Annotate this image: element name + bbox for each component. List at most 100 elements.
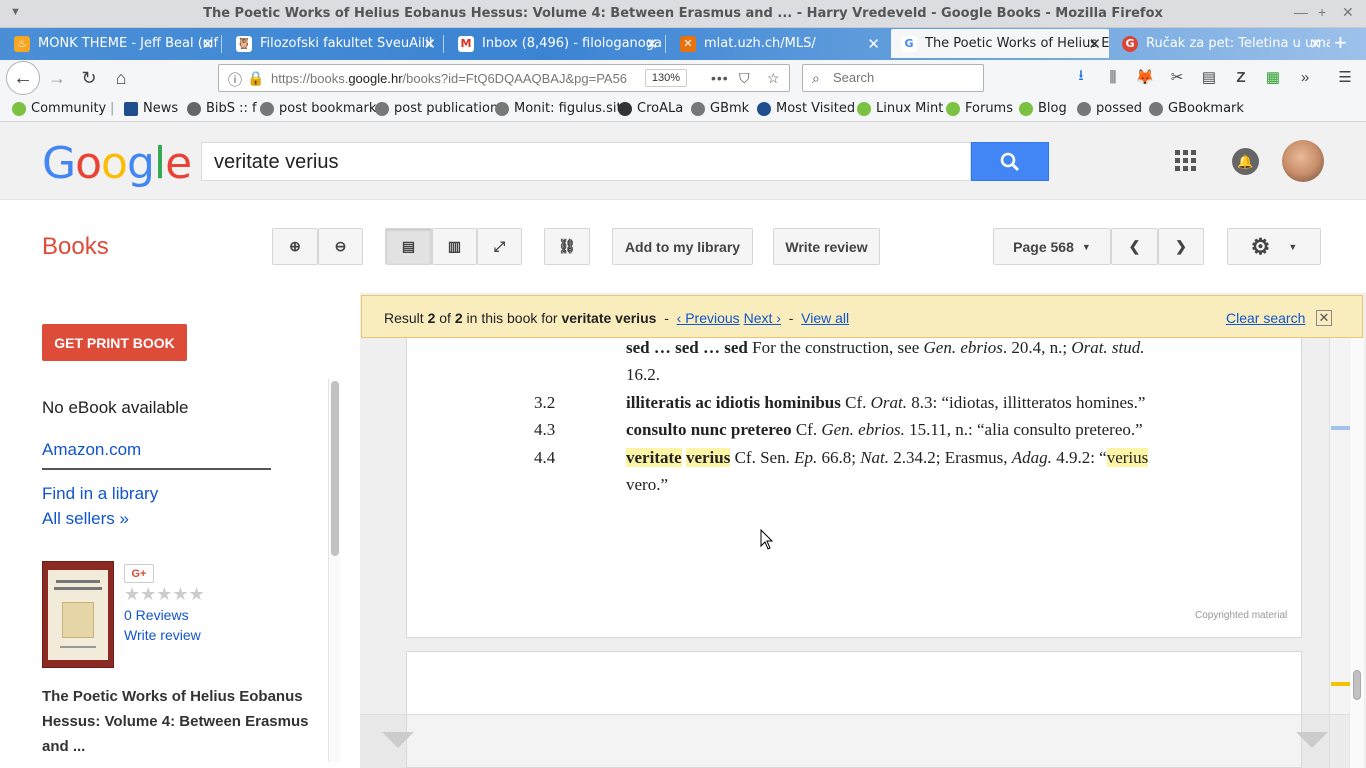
hit-marker[interactable]	[1331, 426, 1350, 430]
overflow-icon[interactable]: »	[1294, 66, 1316, 88]
sidebar-scrollbar[interactable]	[328, 379, 340, 762]
scrollbar-thumb[interactable]	[331, 381, 339, 556]
write-review-button[interactable]: Write review	[773, 228, 880, 265]
view-all-link[interactable]: View all	[801, 310, 849, 326]
sidebar-icon[interactable]: ▤	[1198, 66, 1220, 88]
download-icon[interactable]: ⭳	[1070, 66, 1092, 88]
google-search-button[interactable]	[971, 142, 1049, 181]
get-print-book-button[interactable]: GET PRINT BOOK	[42, 324, 187, 361]
pocket-icon[interactable]: ⛉	[739, 70, 750, 87]
maximize-icon[interactable]: +	[1318, 4, 1326, 20]
close-tab-icon[interactable]: ✕	[645, 35, 658, 53]
scroll-down-right-icon[interactable]	[1296, 732, 1328, 748]
bookmark-blog[interactable]: Blog	[1019, 101, 1067, 116]
forward-button[interactable]: →	[44, 65, 70, 91]
fullscreen-button[interactable]: ⤢	[477, 228, 522, 265]
current-hit-marker[interactable]	[1331, 682, 1350, 686]
write-review-link[interactable]: Write review	[124, 627, 201, 643]
bookmark-forums[interactable]: Forums	[946, 101, 1013, 116]
close-tab-icon[interactable]: ✕	[867, 35, 880, 53]
notifications-bell-icon[interactable]: 🔔	[1232, 148, 1259, 175]
tab-mlat[interactable]: ✕ mlat.uzh.ch/MLS/ ✕	[670, 29, 888, 58]
page-selector[interactable]: Page 568 ▼	[993, 228, 1111, 265]
search-bar[interactable]: ⌕	[802, 64, 984, 92]
tab-filozofski[interactable]: 🦉 Filozofski fakultet SveuÄilil ✕	[226, 29, 444, 58]
close-window-icon[interactable]: ✕	[1342, 4, 1354, 21]
search-input[interactable]	[833, 70, 973, 85]
add-to-library-button[interactable]: Add to my library	[612, 228, 753, 265]
bookmark-possed[interactable]: possed	[1077, 101, 1142, 116]
library-icon[interactable]: ⫼	[1102, 66, 1124, 88]
close-tab-icon[interactable]: ✕	[201, 35, 214, 53]
zoom-indicator[interactable]: 130%	[645, 69, 687, 87]
text: in this book for	[462, 310, 562, 326]
home-button[interactable]: ⌂	[108, 65, 134, 91]
globe-icon	[260, 101, 274, 116]
tools-addon-icon[interactable]: ✂	[1166, 66, 1188, 88]
reviews-link[interactable]: 0 Reviews	[124, 607, 189, 623]
single-page-button[interactable]: ▤	[385, 228, 432, 265]
close-tab-icon[interactable]: ✕	[1088, 35, 1101, 53]
two-page-button[interactable]: ▥	[432, 228, 477, 265]
bookmark-gbmk[interactable]: GBmk	[691, 101, 749, 116]
bookmark-post-bookmark[interactable]: post bookmark	[260, 101, 376, 116]
bookmark-linux-mint[interactable]: Linux Mint	[857, 101, 943, 116]
bookmark-monit[interactable]: Monit: figulus.sit	[495, 101, 622, 116]
bookmark-gbookmark[interactable]: GBookmark	[1149, 101, 1244, 116]
close-tab-icon[interactable]: ✕	[1309, 35, 1322, 53]
url-bar[interactable]: ⓘ 🔒 https://books.google.hr/books?id=FtQ…	[218, 64, 790, 92]
link-button[interactable]: ⛓	[544, 228, 590, 265]
page-actions-icon[interactable]: •••	[711, 70, 729, 86]
close-tab-icon[interactable]: ✕	[423, 35, 436, 53]
settings-button[interactable]: ⚙ ▼	[1227, 228, 1321, 265]
avatar[interactable]	[1282, 140, 1324, 182]
search-hits-track[interactable]	[1329, 338, 1350, 768]
search-highlight: verius	[685, 448, 731, 467]
bookmark-croala[interactable]: CroALa	[618, 101, 683, 116]
bookmark-most-visited[interactable]: Most Visited	[757, 101, 855, 116]
window-title: The Poetic Works of Helius Eobanus Hessu…	[203, 6, 1163, 21]
zotero-icon[interactable]: Z	[1230, 66, 1252, 88]
google-plus-button[interactable]: G+	[124, 564, 154, 583]
tab-rucak[interactable]: G Ručak za pet: Teletina u uma ✕	[1112, 29, 1330, 58]
scrollbar-thumb[interactable]	[1353, 670, 1361, 700]
amazon-link[interactable]: Amazon.com	[42, 440, 141, 460]
clear-search-link[interactable]: Clear search	[1226, 310, 1305, 326]
bookmark-bibs[interactable]: BibS :: f	[187, 101, 257, 116]
next-result-link[interactable]: Next ›	[744, 310, 781, 326]
bookmark-star-icon[interactable]: ☆	[767, 70, 780, 87]
info-icon[interactable]: ⓘ	[228, 70, 242, 90]
viewer-bottom-bar	[360, 714, 1350, 768]
previous-result-link[interactable]: ‹ Previous	[677, 310, 740, 326]
url-suffix: /books?id=FtQ6DQAAQBAJ&pg=PA56	[402, 71, 628, 86]
reload-button[interactable]: ↻	[76, 65, 102, 91]
book-cover-image[interactable]	[42, 561, 114, 668]
next-page-button[interactable]: ❯	[1158, 228, 1204, 265]
tab-poetic-works[interactable]: G The Poetic Works of Helius E ✕	[891, 29, 1109, 58]
apps-grid-icon[interactable]	[1175, 150, 1197, 172]
zoom-in-button[interactable]: ⊕	[272, 228, 318, 265]
bookmark-news[interactable]: News	[124, 101, 178, 116]
mint-icon	[1019, 101, 1033, 116]
viewer-scrollbar[interactable]	[1350, 338, 1364, 768]
url-text[interactable]: https://books.google.hr/books?id=FtQ6DQA…	[271, 71, 641, 86]
grid-addon-icon[interactable]: ▦	[1262, 66, 1284, 88]
hamburger-menu-icon[interactable]: ☰	[1334, 66, 1356, 88]
bookmark-community[interactable]: Community	[12, 101, 106, 116]
books-title[interactable]: Books	[42, 233, 109, 261]
fox-addon-icon[interactable]: 🦊	[1134, 66, 1156, 88]
zoom-out-button[interactable]: ⊖	[318, 228, 363, 265]
scroll-down-left-icon[interactable]	[382, 732, 414, 748]
close-icon[interactable]: ✕	[1316, 310, 1332, 326]
find-library-link[interactable]: Find in a library	[42, 484, 158, 504]
all-sellers-link[interactable]: All sellers »	[42, 509, 129, 529]
minimize-icon[interactable]: —	[1294, 4, 1308, 20]
google-logo[interactable]: Google	[42, 138, 192, 189]
bookmark-post-publication[interactable]: post publication	[375, 101, 498, 116]
tab-inbox[interactable]: M Inbox (8,496) - filologanoga ✕	[448, 29, 666, 58]
tab-monk-theme[interactable]: ♨ MONK THEME - Jeff Beal (cif ✕	[4, 29, 222, 58]
new-tab-icon[interactable]: +	[1334, 30, 1347, 56]
back-button[interactable]: ←	[6, 61, 40, 95]
google-search-input[interactable]: veritate verius	[201, 142, 971, 181]
prev-page-button[interactable]: ❮	[1111, 228, 1158, 265]
